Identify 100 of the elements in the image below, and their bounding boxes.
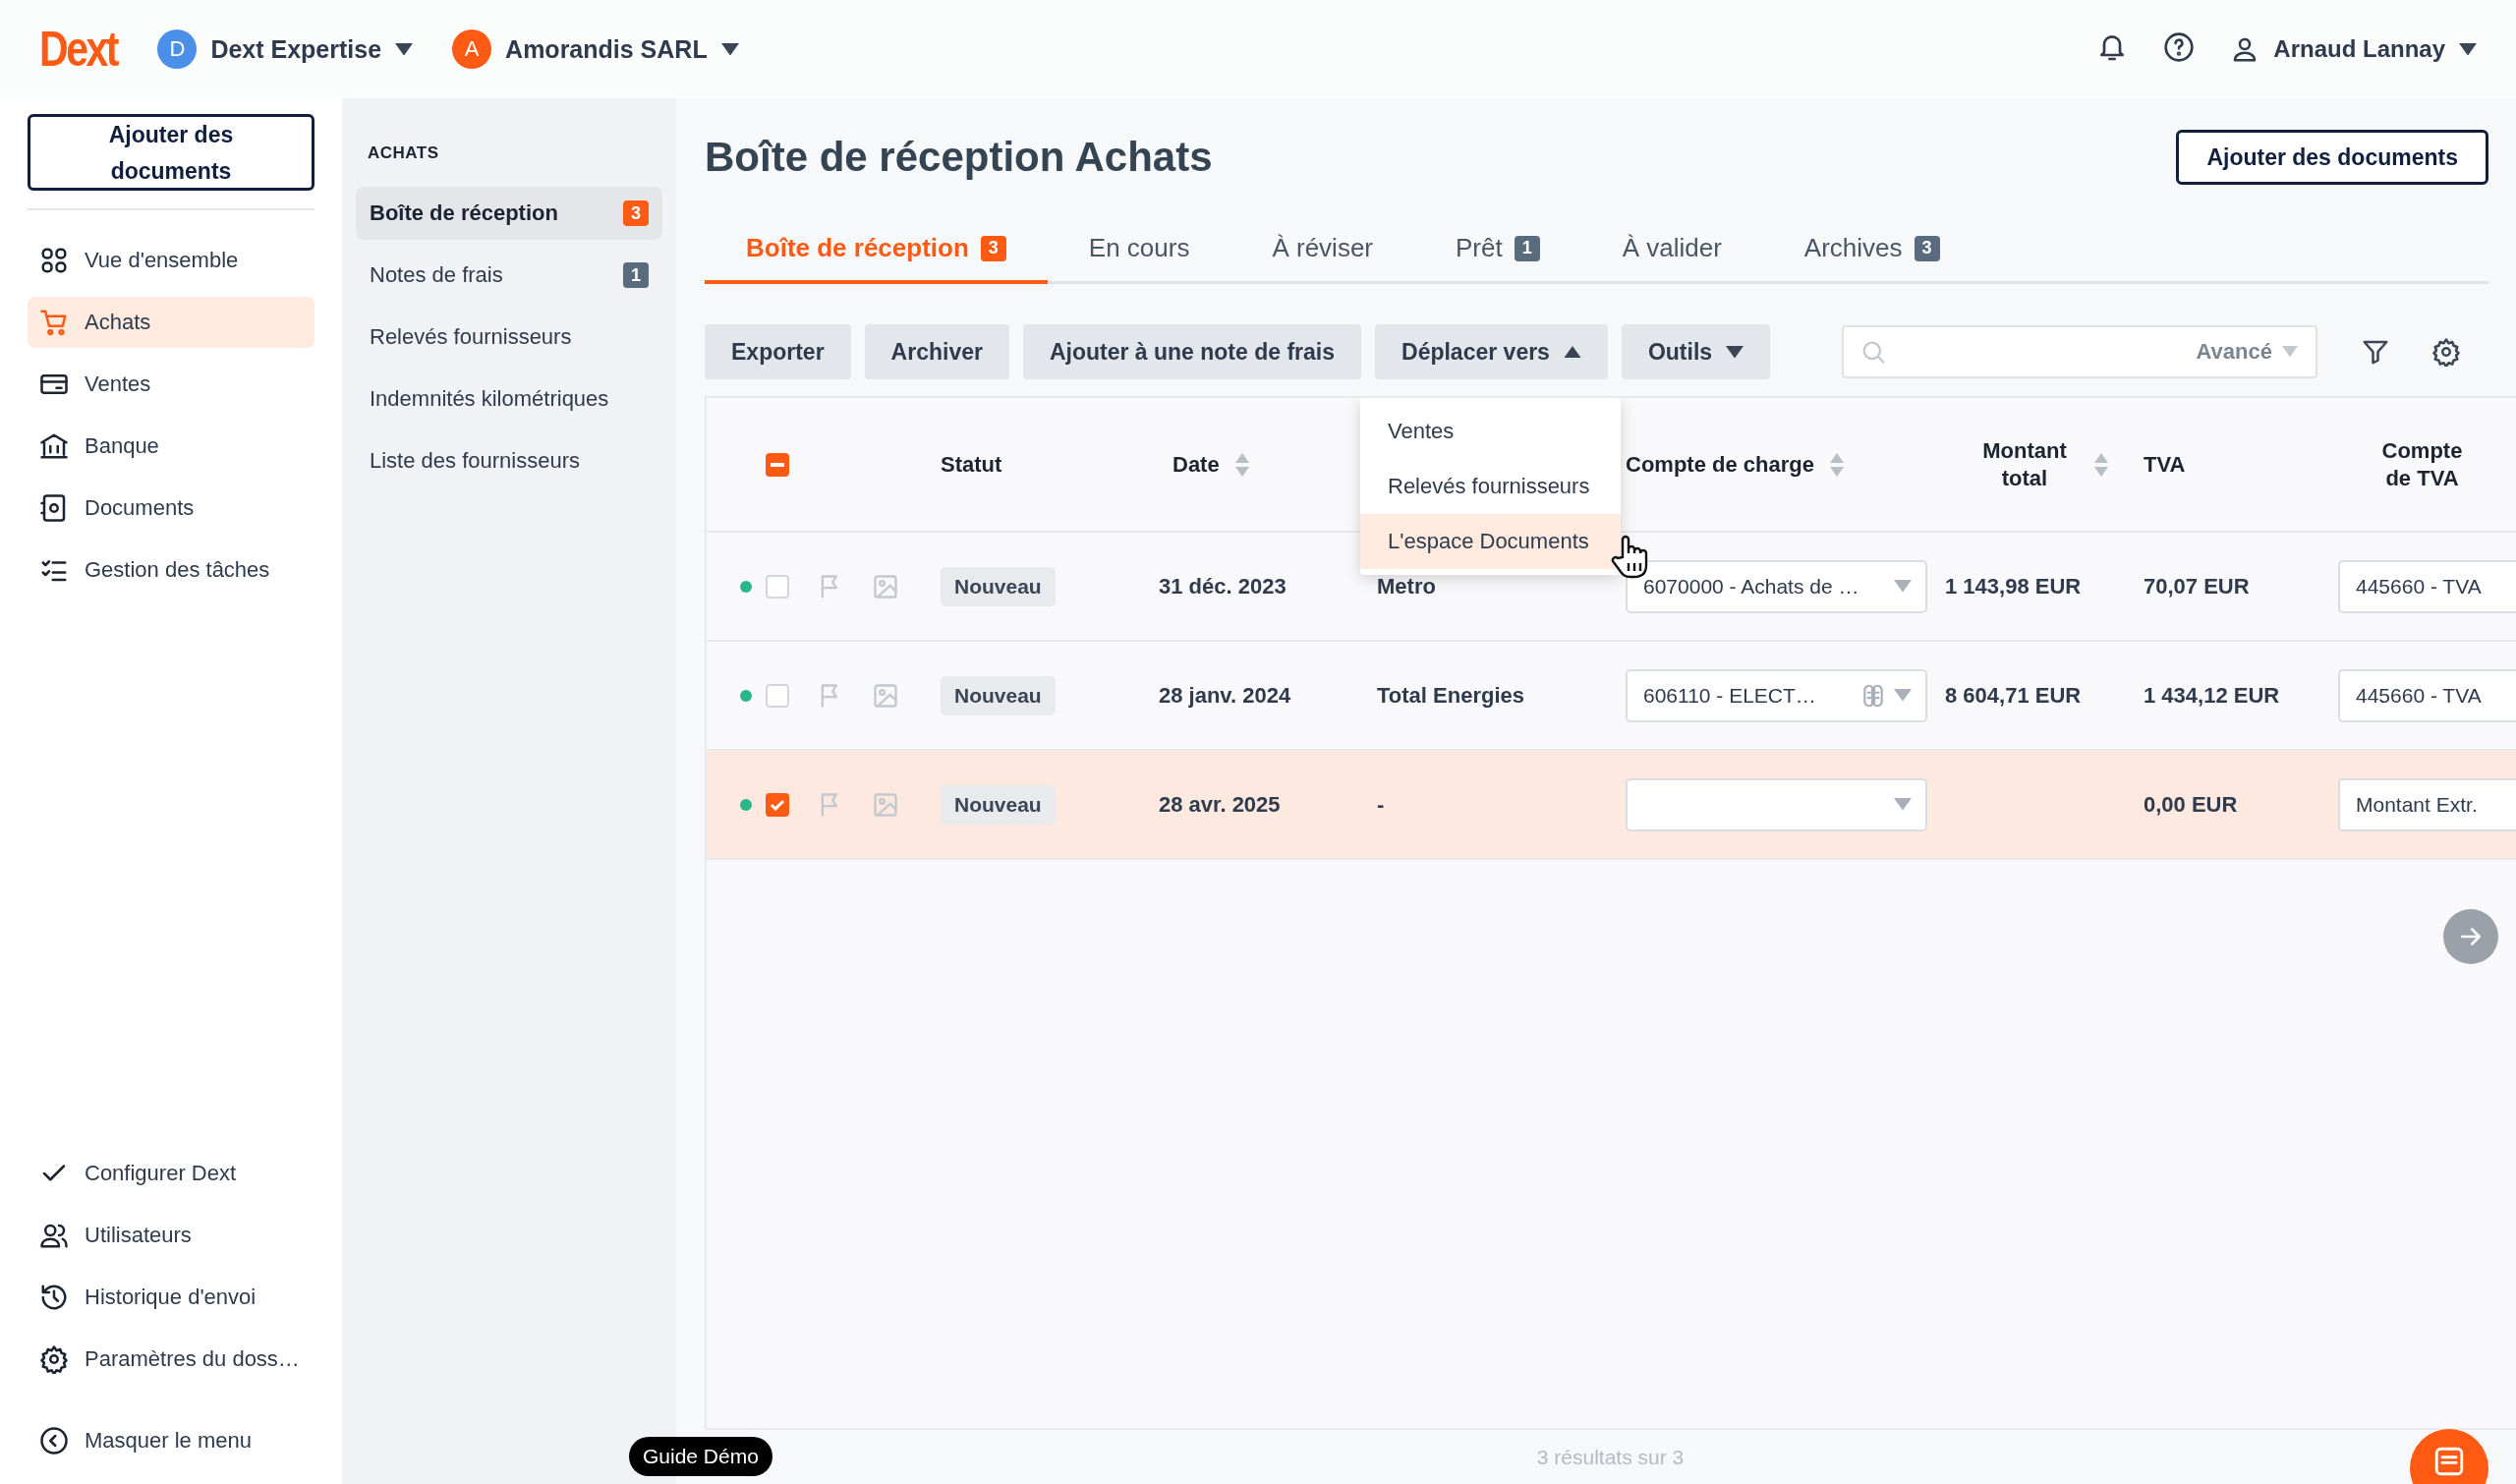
tab[interactable]: À valider xyxy=(1580,216,1763,284)
table-row[interactable]: Nouveau 28 avr. 2025 - 0,00 EUR Montant Extr. xyxy=(707,751,2516,860)
select-all-checkbox[interactable] xyxy=(766,452,789,477)
account-dropdown[interactable] xyxy=(1626,777,1927,831)
suggestion-icon xyxy=(1860,682,1886,709)
status-badge: Nouveau xyxy=(941,566,1056,606)
tab[interactable]: Archives 3 xyxy=(1762,216,1981,284)
caret-icon xyxy=(395,42,414,56)
table-cell: 0,00 EUR xyxy=(2144,791,2238,818)
tab[interactable]: Prêt 1 xyxy=(1414,216,1581,284)
results-count: 3 résultats sur 3 xyxy=(1536,1445,1685,1469)
nav-item[interactable]: Vue d'ensemble xyxy=(28,235,314,286)
settings-icon xyxy=(39,1344,69,1374)
status-dot xyxy=(740,580,752,593)
nav-item[interactable]: Ventes xyxy=(28,359,314,410)
status-badge: Nouveau xyxy=(941,675,1056,715)
subnav-item[interactable]: Liste des fournisseurs xyxy=(356,434,662,487)
add-documents-button[interactable]: Ajouter des documents xyxy=(2176,130,2488,185)
menu-item[interactable]: Ventes xyxy=(1360,404,1621,459)
menu-item[interactable]: L'espace Documents xyxy=(1360,514,1621,569)
status-badge: Nouveau xyxy=(941,784,1056,825)
column-header[interactable]: TVA xyxy=(2144,451,2186,478)
avatar: A xyxy=(452,29,492,69)
nav-item[interactable]: Historique d'envoi xyxy=(28,1272,314,1323)
bank-icon xyxy=(39,431,69,461)
check-icon xyxy=(770,798,785,811)
nav-item[interactable]: Banque xyxy=(28,421,314,472)
avatar: D xyxy=(157,29,198,69)
table-cell: 8 604,71 EUR xyxy=(1945,682,2082,709)
caret-icon xyxy=(1894,689,1912,702)
subnav-item[interactable]: Notes de frais 1 xyxy=(356,249,662,302)
dropdown-button[interactable]: Déplacer vers xyxy=(1375,324,1608,379)
nav-item[interactable]: Configurer Dext xyxy=(28,1148,314,1199)
caret-icon xyxy=(1894,798,1912,811)
row-checkbox[interactable] xyxy=(766,792,789,817)
section-heading: ACHATS xyxy=(368,143,439,163)
account-dropdown[interactable]: 606110 - ELECT… xyxy=(1626,668,1927,722)
caret-icon xyxy=(720,42,739,56)
workspace-switcher[interactable]: D Dext Expertise xyxy=(157,29,414,69)
column-header[interactable]: Date xyxy=(1172,451,1249,478)
column-header[interactable]: Statut xyxy=(941,451,1002,478)
status-dot xyxy=(740,798,752,811)
chat-button[interactable] xyxy=(2410,1429,2488,1484)
tab[interactable]: À réviser xyxy=(1230,216,1414,284)
add-documents-button[interactable]: Ajouter des documents xyxy=(28,114,314,191)
toolbar-button[interactable]: Archiver xyxy=(864,324,1009,379)
dropdown-button[interactable]: Outils xyxy=(1621,324,1771,379)
toolbar-button[interactable]: Exporter xyxy=(705,324,851,379)
count-badge: 3 xyxy=(1914,235,1940,261)
dash-icon xyxy=(771,462,784,467)
tax-account-field[interactable]: 445660 - TVA xyxy=(2338,559,2516,613)
nav-item[interactable]: Paramètres du doss… xyxy=(28,1334,314,1385)
count-badge: 1 xyxy=(623,262,649,288)
table-cell: - xyxy=(1377,791,1385,818)
column-header[interactable]: Compte de charge xyxy=(1626,451,1844,478)
caret-icon xyxy=(2282,346,2298,358)
caret-icon xyxy=(1726,345,1744,359)
table-cell: 28 janv. 2024 xyxy=(1159,682,1291,709)
image-icon xyxy=(872,681,899,710)
grid-icon xyxy=(39,246,69,275)
help-icon xyxy=(2163,31,2196,63)
nav-item[interactable]: Achats xyxy=(28,297,314,348)
advanced-search-button[interactable]: Avancé xyxy=(2190,338,2304,366)
count-badge: 1 xyxy=(1514,235,1540,261)
nav-item[interactable]: Gestion des tâches xyxy=(28,544,314,596)
scroll-right-button[interactable] xyxy=(2443,909,2498,964)
collapse-menu-button[interactable]: Masquer le menu xyxy=(28,1415,314,1466)
table-cell: 1 143,98 EUR xyxy=(1945,573,2082,599)
account-dropdown[interactable]: 6070000 - Achats de … xyxy=(1626,559,1927,613)
tax-account-field[interactable]: Montant Extr. xyxy=(2338,777,2516,831)
tax-account-field[interactable]: 445660 - TVA xyxy=(2338,668,2516,722)
cart-icon xyxy=(39,308,69,337)
tab[interactable]: En cours xyxy=(1047,216,1231,284)
caret-icon xyxy=(1563,345,1581,359)
search-field[interactable]: Avancé xyxy=(1842,325,2317,378)
history-icon xyxy=(39,1283,69,1312)
subnav-item[interactable]: Relevés fournisseurs xyxy=(356,311,662,364)
status-dot xyxy=(740,689,752,702)
subnav-item[interactable]: Boîte de réception 3 xyxy=(356,187,662,240)
chevron-left-icon xyxy=(39,1426,69,1455)
toolbar-button[interactable]: Ajouter à une note de frais xyxy=(1022,324,1362,379)
caret-icon xyxy=(2459,42,2477,56)
chat-icon xyxy=(2432,1445,2466,1478)
column-header[interactable]: Compte de TVA xyxy=(2368,437,2477,491)
workspace-switcher[interactable]: A Amorandis SARL xyxy=(452,29,739,69)
count-badge: 3 xyxy=(980,235,1006,261)
table-cell: Metro xyxy=(1377,573,1436,599)
page-title: Boîte de réception Achats xyxy=(705,134,1213,181)
guide-button[interactable]: Guide Démo xyxy=(629,1437,772,1476)
image-icon xyxy=(872,790,899,819)
user-menu[interactable]: Arnaud Lannay xyxy=(2230,34,2477,64)
nav-item[interactable]: Documents xyxy=(28,483,314,534)
menu-item[interactable]: Relevés fournisseurs xyxy=(1360,459,1621,514)
nav-item[interactable]: Utilisateurs xyxy=(28,1210,314,1261)
table-cell: 1 434,12 EUR xyxy=(2144,682,2280,709)
table-cell: 31 déc. 2023 xyxy=(1159,573,1287,599)
settings-icon xyxy=(2431,337,2461,367)
caret-icon xyxy=(1894,580,1912,593)
subnav-item[interactable]: Indemnités kilométriques xyxy=(356,372,662,426)
table-cell: Total Energies xyxy=(1377,682,1524,709)
